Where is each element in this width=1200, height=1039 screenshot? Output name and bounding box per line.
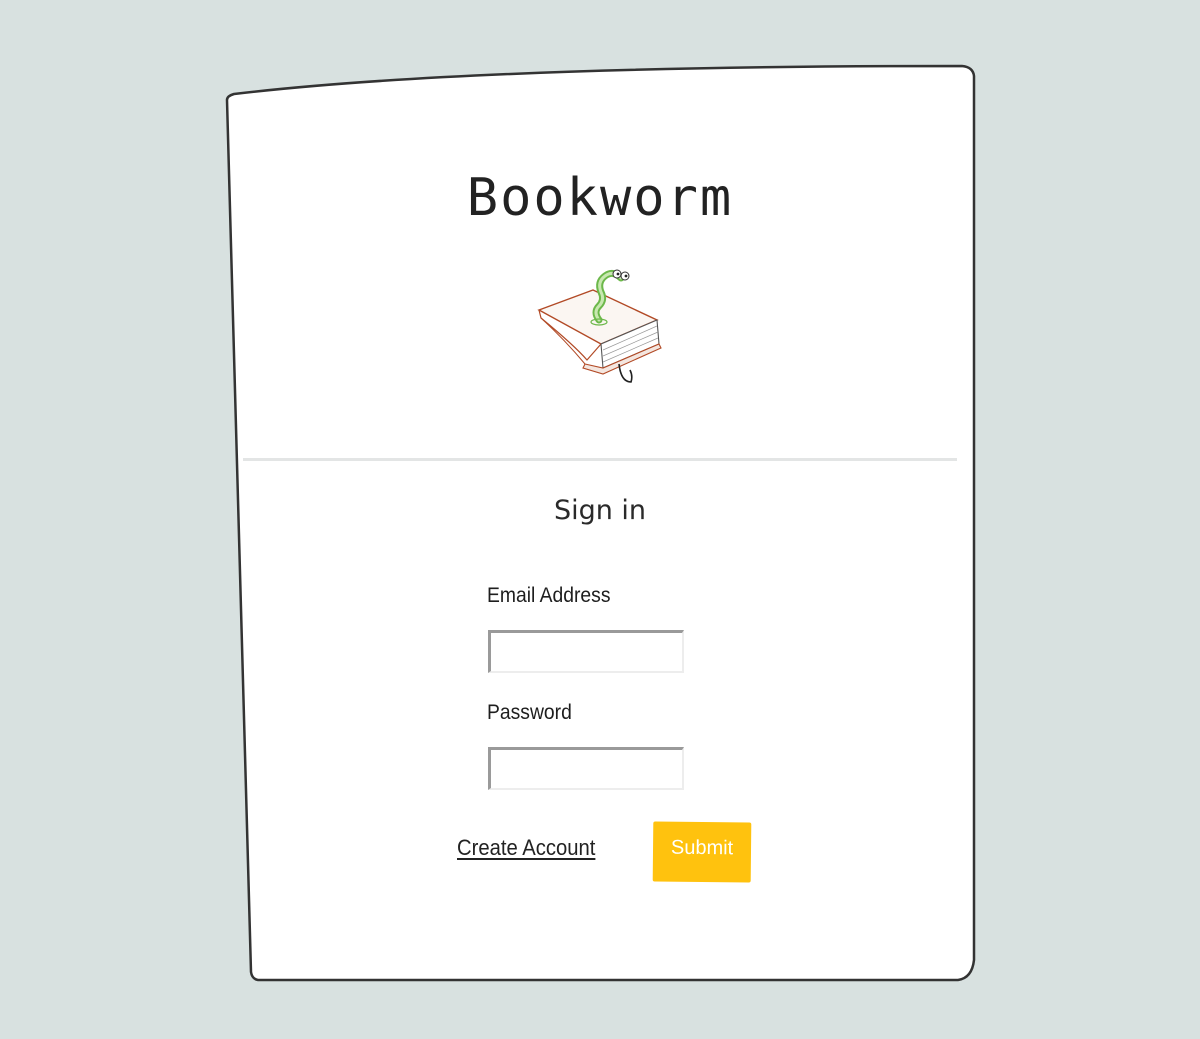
section-divider: [243, 458, 957, 461]
sign-in-heading: Sign in: [553, 495, 647, 526]
password-label: Password: [487, 701, 572, 724]
create-account-link[interactable]: Create Account: [457, 835, 595, 861]
password-field[interactable]: [488, 747, 684, 790]
submit-button[interactable]: Submit: [652, 821, 752, 883]
signin-card: Bookworm Sign in Email Address Password …: [243, 90, 957, 970]
email-label: Email Address: [487, 584, 611, 607]
app-title: Bookworm: [466, 168, 734, 228]
bookworm-logo-icon: [537, 269, 662, 383]
email-field[interactable]: [488, 630, 684, 673]
